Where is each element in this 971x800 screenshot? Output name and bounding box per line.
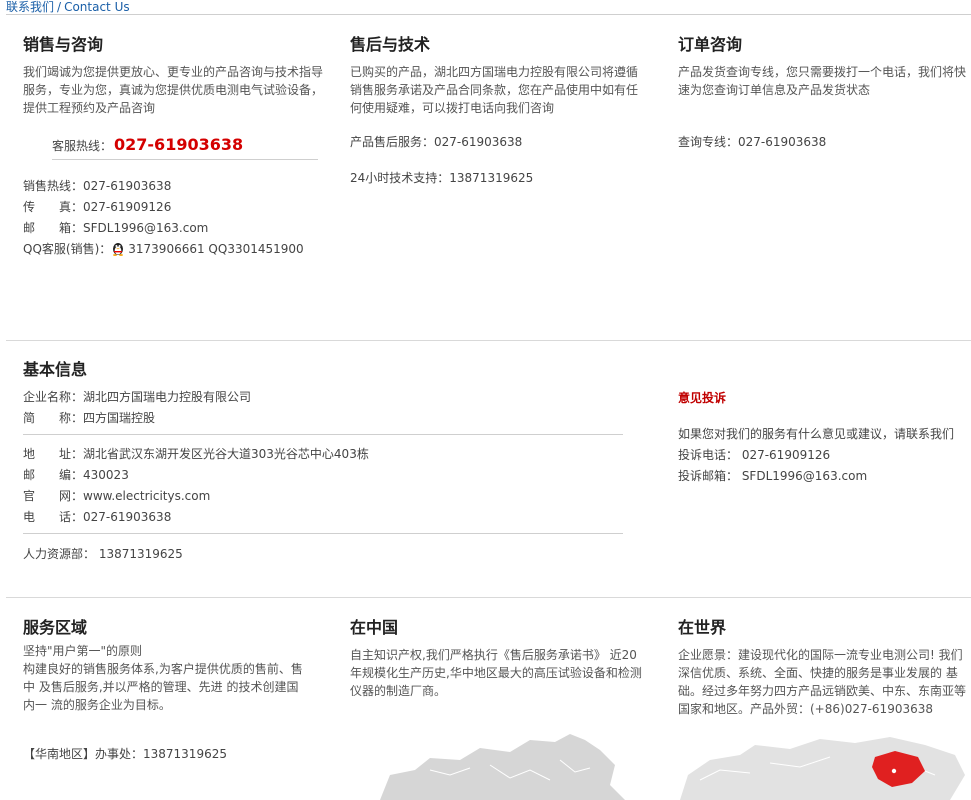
section-divider-2 [6,597,971,598]
service-area-principle: 坚持"用户第一"的原则 [23,644,143,658]
section-divider-1 [6,340,971,341]
row-label: 官 网： [23,489,84,503]
hotline-label: 客服热线： [52,139,113,153]
qq-numbers[interactable]: 3173906661 QQ3301451900 [128,242,303,256]
row-label: 电 话： [23,510,84,524]
basic-row-postcode: 邮 编：430023 [23,465,623,486]
world-map-image [680,735,970,800]
row-label: 传 真： [23,200,84,214]
china-title: 在中国 [350,618,399,637]
basic-divider-2 [23,533,623,534]
basic-row-phone: 电 话：027-61903638 [23,507,623,528]
sales-contact-list: 销售热线：027-61903638 传 真：027-61909126 邮 箱：S… [23,176,323,260]
sales-row-email: 邮 箱：SFDL1996@163.com [23,218,323,239]
sales-row-qq: QQ客服(销售)： 3173906661 QQ3301451900 [23,239,323,260]
after-sales-desc: 已购买的产品，湖北四方国瑞电力控股有限公司将遵循销售服务承诺及产品合同条款，您在… [350,65,639,115]
after-sales-service: 产品售后服务：027-61903638 [350,135,523,149]
order-title: 订单咨询 [678,35,743,54]
breadcrumb-separator: / [57,0,62,14]
sales-row-hotline: 销售热线：027-61903638 [23,176,323,197]
website-link[interactable]: www.electricitys.com [83,489,210,503]
sales-divider [52,159,318,160]
basic-title: 基本信息 [23,360,88,379]
china-section: 在中国 自主知识产权,我们严格执行《售后服务承诺书》 近20年规模化生产历史,华… [350,618,642,700]
china-map-image [370,730,630,800]
sales-hotline: 客服热线： 027-61903638 [52,135,323,156]
service-area-desc: 构建良好的销售服务体系,为客户提供优质的售前、售中 及售后服务,并以严格的管理、… [23,662,303,712]
hr-contact: 人力资源部： 13871319625 [23,547,183,561]
company-short: 简 称：四方国瑞控股 [23,411,156,425]
row-value: 湖北省武汉东湖开发区光谷大道303光谷芯中心403栋 [83,447,369,461]
world-title: 在世界 [678,618,727,637]
world-section: 在世界 企业愿景：建设现代化的国际一流专业电测公司! 我们深信优质、系统、全面、… [678,618,970,718]
world-desc: 企业愿景：建设现代化的国际一流专业电测公司! 我们深信优质、系统、全面、快捷的服… [678,648,967,716]
basic-divider-1 [23,434,623,435]
sales-section: 销售与咨询 我们竭诚为您提供更放心、更专业的产品咨询与技术指导服务，专业为您，真… [23,35,323,260]
breadcrumb-cn[interactable]: 联系我们 [6,0,54,14]
complaint-title: 意见投诉 [678,391,727,405]
email-link[interactable]: SFDL1996@163.com [83,221,208,235]
basic-info-list: 地 址：湖北省武汉东湖开发区光谷大道303光谷芯中心403栋 邮 编：43002… [23,444,623,528]
row-value: 027-61903638 [83,510,172,524]
row-value: 430023 [83,468,129,482]
hotline-number: 027-61903638 [114,135,244,154]
service-area-title: 服务区域 [23,618,88,637]
row-label: 邮 编： [23,468,84,482]
order-line: 查询专线：027-61903638 [678,135,827,149]
row-label: 销售热线： [23,179,84,193]
company-name: 企业名称：湖北四方国瑞电力控股有限公司 [23,390,252,404]
row-label: QQ客服(销售)： [23,242,112,256]
service-area-office: 【华南地区】办事处：13871319625 [23,747,227,761]
row-value: 027-61909126 [83,200,172,214]
sales-desc: 我们竭诚为您提供更放心、更专业的产品咨询与技术指导服务，专业为您，真诚为您提供优… [23,65,324,115]
row-value: 027-61903638 [83,179,172,193]
complaint-desc: 如果您对我们的服务有什么意见或建议，请联系我们 [678,427,955,441]
order-section: 订单咨询 产品发货查询专线，您只需要拨打一个电话，我们将快速为您查询订单信息及产… [678,35,970,153]
after-sales-section: 售后与技术 已购买的产品，湖北四方国瑞电力控股有限公司将遵循销售服务承诺及产品合… [350,35,642,189]
basic-row-website: 官 网：www.electricitys.com [23,486,623,507]
row-label: 邮 箱： [23,221,84,235]
breadcrumb-en[interactable]: Contact Us [64,0,130,14]
sales-row-fax: 传 真：027-61909126 [23,197,323,218]
china-desc: 自主知识产权,我们严格执行《售后服务承诺书》 近20年规模化生产历史,华中地区最… [350,648,642,698]
after-sales-title: 售后与技术 [350,35,431,54]
tech-support: 24小时技术支持：13871319625 [350,171,534,185]
qq-penguin-icon[interactable] [111,241,125,256]
complaint-email[interactable]: 投诉邮箱： SFDL1996@163.com [678,466,970,487]
service-area-section: 服务区域 坚持"用户第一"的原则 构建良好的销售服务体系,为客户提供优质的售前、… [23,618,305,765]
basic-info-section: 基本信息 企业名称：湖北四方国瑞电力控股有限公司 简 称：四方国瑞控股 地 址：… [23,360,623,565]
complaint-section: 意见投诉 如果您对我们的服务有什么意见或建议，请联系我们 投诉电话： 027-6… [678,388,970,487]
basic-row-address: 地 址：湖北省武汉东湖开发区光谷大道303光谷芯中心403栋 [23,444,623,465]
complaint-phone: 投诉电话： 027-61909126 [678,448,831,462]
top-divider [6,14,971,15]
sales-title: 销售与咨询 [23,35,104,54]
row-label: 地 址： [23,447,84,461]
breadcrumb: 联系我们 / Contact Us [6,0,130,15]
order-desc: 产品发货查询专线，您只需要拨打一个电话，我们将快速为您查询订单信息及产品发货状态 [678,65,967,97]
